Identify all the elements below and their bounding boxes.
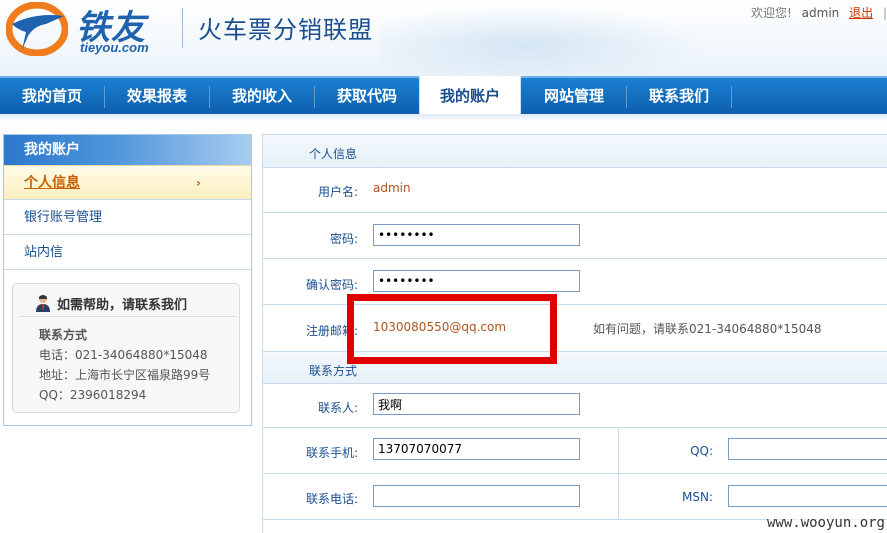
password-input[interactable] [373,224,580,246]
help-divider [19,316,237,317]
mobile-input[interactable] [373,438,580,460]
form-row-phone-msn: 联系电话: MSN: [263,474,887,520]
help-title: 如需帮助，请联系我们 [57,298,188,313]
username-value: admin [373,181,411,195]
help-qq: QQ：2396018294 [39,388,147,402]
help-phone: 电话：021-34064880*15048 [39,348,208,362]
msn-label: MSN: [682,490,713,504]
mobile-label: 联系手机: [305,446,358,460]
confirm-password-label: 确认密码: [305,278,358,292]
header-divider [182,8,183,48]
contact-person-label: 联系人: [317,401,358,415]
top-links: 欢迎您! admin 退出 | [751,4,887,21]
sidebar-item-messages[interactable]: 站内信 [4,235,251,270]
sidebar-item-personal-info[interactable]: 个人信息 › [4,165,251,200]
nav-item-reports[interactable]: 效果报表 [105,78,209,114]
sidebar-item-label: 个人信息 [24,175,80,191]
password-label: 密码: [329,232,358,246]
column-divider [618,474,619,520]
username-link[interactable]: admin [802,6,840,20]
watermark: www.wooyun.org [766,515,885,531]
form-row-mobile-qq: 联系手机: QQ: [263,428,887,474]
phone-input[interactable] [373,485,580,507]
qq-input[interactable] [728,438,887,460]
sidebar-title: 我的账户 [4,135,251,165]
header-clouds [380,0,740,76]
nav-item-site-manage[interactable]: 网站管理 [522,78,626,114]
chevron-right-icon: › [196,176,201,190]
nav-shadow [0,114,887,122]
nav-separator [731,86,732,108]
username-label: 用户名: [317,185,358,199]
section-personal-info: 个人信息 [263,135,887,168]
nav-item-my-account[interactable]: 我的账户 [419,76,521,114]
nav-item-income[interactable]: 我的收入 [210,78,314,114]
sidebar-item-bank-accounts[interactable]: 银行账号管理 [4,200,251,235]
nav-item-home[interactable]: 我的首页 [0,78,104,114]
confirm-password-input[interactable] [373,270,580,292]
qq-label: QQ: [690,444,713,458]
nav-item-contact[interactable]: 联系我们 [627,78,731,114]
top-links-separator: | [882,6,887,20]
msn-input[interactable] [728,485,887,507]
section-title: 个人信息 [309,147,358,161]
column-divider [618,428,619,474]
help-subtitle: 联系方式 [39,328,88,342]
nav-item-get-code[interactable]: 获取代码 [315,78,419,114]
form-row-contact-person: 联系人: [263,384,887,428]
site-title: 火车票分销联盟 [198,16,373,44]
logo-text-en: tieyou.com [80,40,149,55]
support-agent-icon [36,295,50,312]
form-row-password: 密码: [263,213,887,259]
highlight-box [347,294,557,364]
help-box: 如需帮助，请联系我们 联系方式 电话：021-34064880*15048 地址… [12,283,240,413]
logout-link[interactable]: 退出 [849,6,873,20]
main-nav: 我的首页 效果报表 我的收入 获取代码 我的账户 网站管理 联系我们 [0,76,887,114]
site-logo[interactable]: 铁友 tieyou.com [6,2,176,58]
help-address: 地址：上海市长宁区福泉路99号 [39,368,211,382]
email-hint: 如有问题，请联系021-34064880*15048 [593,322,822,336]
welcome-text: 欢迎您! [751,6,792,20]
form-row-username: 用户名: admin [263,168,887,213]
sidebar: 我的账户 个人信息 › 银行账号管理 站内信 如需帮助，请联系我们 联系方式 电… [3,134,252,426]
header: 铁友 tieyou.com 火车票分销联盟 欢迎您! admin 退出 | [0,0,887,76]
section-title: 联系方式 [309,364,358,378]
logo-swoosh-icon [6,2,68,56]
contact-person-input[interactable] [373,393,580,415]
phone-label: 联系电话: [305,492,358,506]
